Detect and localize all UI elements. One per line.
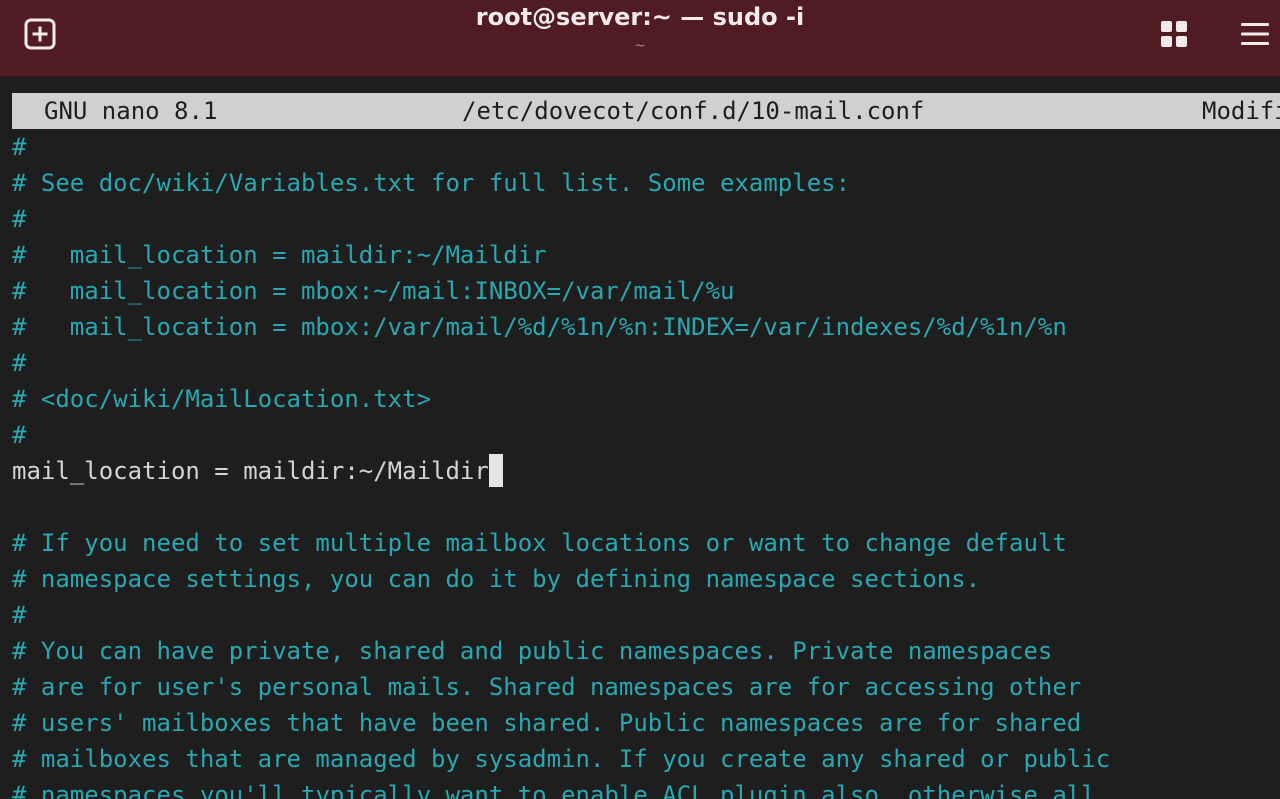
line-text: # <doc/wiki/MailLocation.txt>: [12, 385, 432, 413]
nano-version: GNU nano 8.1: [44, 97, 218, 125]
hamburger-menu-icon: [1241, 23, 1269, 45]
window-subtitle: ~: [634, 38, 646, 54]
line-text: #: [12, 349, 27, 377]
nano-filename: /etc/dovecot/conf.d/10-mail.conf: [462, 97, 925, 125]
editor-buffer[interactable]: # # See doc/wiki/Variables.txt for full l…: [12, 129, 1280, 799]
text-cursor: [488, 453, 503, 487]
line-text: #: [12, 421, 27, 449]
comment-line: # mail_location = mbox:~/mail:INBOX=/var…: [12, 273, 1280, 309]
comment-line: # are for user's personal mails. Shared …: [12, 669, 1280, 705]
main-menu-button[interactable]: [1233, 12, 1277, 56]
line-text: # If you need to set multiple mailbox lo…: [12, 529, 1067, 557]
line-text: # users' mailboxes that have been shared…: [12, 709, 1082, 737]
comment-line: # <doc/wiki/MailLocation.txt>: [12, 381, 1280, 417]
grid-icon: [1161, 21, 1187, 47]
terminal-window: root@server:~ — sudo -i ~ GNU nano 8.1 /…: [0, 0, 1280, 799]
comment-line: # namespace settings, you can do it by d…: [12, 561, 1280, 597]
line-text: # mailboxes that are managed by sysadmin…: [12, 745, 1111, 773]
nano-header-bar: GNU nano 8.1 /etc/dovecot/conf.d/10-mail…: [12, 93, 1280, 129]
comment-line: # mail_location = maildir:~/Maildir: [12, 237, 1280, 273]
line-text: mail_location = maildir:~/Maildir: [12, 457, 489, 485]
comment-line: # See doc/wiki/Variables.txt for full li…: [12, 165, 1280, 201]
comment-line: #: [12, 129, 1280, 165]
comment-line: # users' mailboxes that have been shared…: [12, 705, 1280, 741]
line-text: # are for user's personal mails. Shared …: [12, 673, 1082, 701]
tab-overview-button[interactable]: [1152, 12, 1196, 56]
line-text: #: [12, 601, 27, 629]
nano-modified-status: Modified: [1202, 97, 1280, 125]
window-title: root@server:~ — sudo -i: [475, 3, 805, 31]
comment-line: #: [12, 345, 1280, 381]
comment-line: # You can have private, shared and publi…: [12, 633, 1280, 669]
comment-line: #: [12, 201, 1280, 237]
title-bar: root@server:~ — sudo -i ~: [0, 0, 1280, 77]
comment-line: # mail_location = mbox:/var/mail/%d/%1n/…: [12, 309, 1280, 345]
comment-line: # mailboxes that are managed by sysadmin…: [12, 741, 1280, 777]
comment-line: #: [12, 597, 1280, 633]
line-text: # See doc/wiki/Variables.txt for full li…: [12, 169, 851, 197]
line-text: # mail_location = mbox:~/mail:INBOX=/var…: [12, 277, 735, 305]
line-text: # namespaces you'll typically want to en…: [12, 781, 1096, 799]
comment-line: #: [12, 417, 1280, 453]
line-text: #: [12, 205, 27, 233]
line-text: #: [12, 133, 27, 161]
terminal-area[interactable]: GNU nano 8.1 /etc/dovecot/conf.d/10-mail…: [0, 77, 1280, 799]
line-text: # mail_location = maildir:~/Maildir: [12, 241, 547, 269]
line-text: # namespace settings, you can do it by d…: [12, 565, 981, 593]
comment-line: # namespaces you'll typically want to en…: [12, 777, 1280, 799]
line-text: # mail_location = mbox:/var/mail/%d/%1n/…: [12, 313, 1067, 341]
comment-line: # If you need to set multiple mailbox lo…: [12, 525, 1280, 561]
line-text: # You can have private, shared and publi…: [12, 637, 1053, 665]
code-line: mail_location = maildir:~/Maildir: [12, 453, 1280, 489]
